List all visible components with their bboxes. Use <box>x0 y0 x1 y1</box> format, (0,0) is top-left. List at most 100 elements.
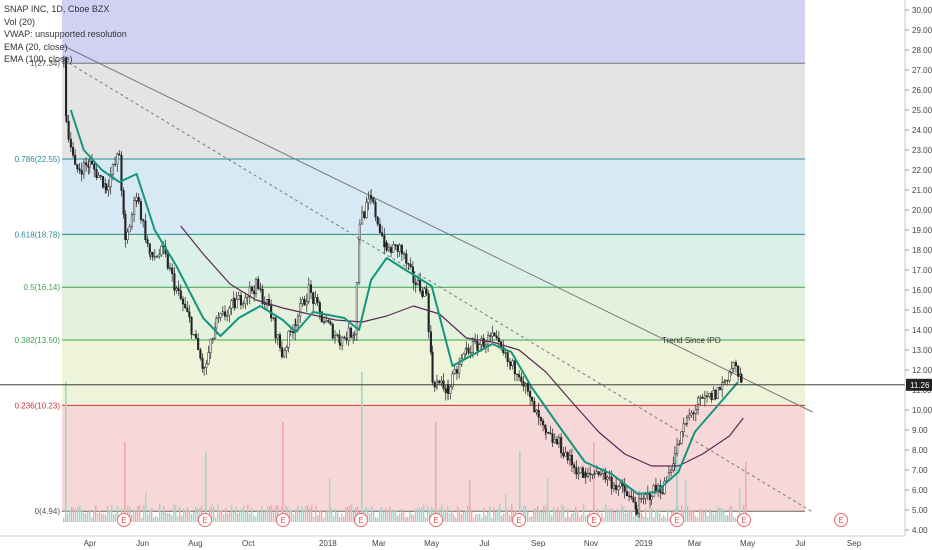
volume-bar <box>371 506 373 522</box>
candle-body <box>557 437 560 445</box>
candle-body <box>644 494 647 499</box>
candle-body <box>114 163 117 166</box>
volume-bar <box>133 509 135 522</box>
candle-body <box>287 330 290 348</box>
price-chart[interactable]: 1(27.34)0.786(22.55)0.618(18.78)0.5(16.1… <box>0 0 932 550</box>
volume-bar <box>443 510 445 522</box>
volume-bar <box>151 508 153 522</box>
x-tick-label-5: Mar <box>372 539 386 548</box>
candle-body <box>228 307 231 316</box>
volume-bar <box>417 507 419 522</box>
volume-bar <box>563 505 565 522</box>
candle-body <box>267 299 271 306</box>
volume-bar <box>691 509 693 522</box>
volume-bar <box>73 508 75 522</box>
candle-body <box>597 471 600 475</box>
volume-bar <box>145 492 147 522</box>
volume-bar <box>137 505 139 522</box>
volume-bar <box>327 510 329 522</box>
candle-body <box>438 380 441 384</box>
volume-bar <box>159 504 161 522</box>
symbol-title[interactable]: SNAP INC, 1D, Cboe BZX <box>4 3 127 16</box>
candle-body <box>244 297 247 304</box>
volume-bar <box>351 504 353 522</box>
candle-body <box>221 311 224 315</box>
candle-body <box>325 320 328 323</box>
volume-bar <box>585 515 587 522</box>
candle-body <box>478 344 481 351</box>
indicator-volume[interactable]: Vol (20) <box>4 16 127 29</box>
candle-body <box>697 397 700 405</box>
volume-bar <box>577 509 579 522</box>
indicator-vwap[interactable]: VWAP: unsupported resolution <box>4 28 127 41</box>
volume-bar <box>613 511 615 522</box>
candle-body <box>440 380 443 384</box>
candle-body <box>74 154 77 165</box>
volume-bar <box>659 513 661 522</box>
y-tick-label-21: 25.00 <box>912 106 932 115</box>
volume-bar <box>697 517 699 522</box>
candle-body <box>685 416 689 424</box>
indicator-ema100[interactable]: EMA (100, close) <box>4 53 127 66</box>
volume-bar <box>533 508 535 522</box>
candle-body <box>223 311 227 317</box>
candle-body <box>678 443 681 445</box>
volume-bar <box>731 505 733 522</box>
candle-body <box>181 298 185 305</box>
candle-body <box>718 387 722 390</box>
volume-bar <box>329 478 331 522</box>
candle-body <box>390 247 393 253</box>
candle-body <box>82 162 85 175</box>
y-tick-label-15: 19.00 <box>912 226 932 235</box>
candle-body <box>349 327 353 338</box>
candle-body <box>316 297 319 303</box>
volume-bar <box>717 506 719 522</box>
volume-bar <box>239 511 241 522</box>
volume-bar <box>155 516 157 522</box>
volume-bar <box>167 513 169 522</box>
candle-body <box>184 303 187 308</box>
candle-body <box>305 301 308 306</box>
y-tick-label-13: 17.00 <box>912 266 932 275</box>
candle-body <box>124 214 127 241</box>
candle-body <box>516 373 519 376</box>
candle-body <box>610 476 613 489</box>
y-tick-label-19: 23.00 <box>912 146 932 155</box>
volume-spike-1 <box>124 442 126 522</box>
volume-bar <box>265 509 267 522</box>
candle-body <box>160 245 163 256</box>
volume-bar <box>623 506 625 522</box>
volume-bar <box>453 514 455 522</box>
candle-body <box>493 332 496 337</box>
candle-body <box>531 396 534 402</box>
candle-body <box>568 454 571 461</box>
candle-body <box>363 211 366 218</box>
volume-bar <box>543 506 545 522</box>
candle-body <box>682 423 685 432</box>
candle-body <box>331 323 334 339</box>
volume-bar <box>179 507 181 522</box>
price-tag: 11.26 <box>910 381 930 390</box>
candle-body <box>107 186 110 191</box>
volume-bar <box>389 507 391 522</box>
candle-body <box>383 235 386 248</box>
volume-bar <box>707 516 709 522</box>
candle-body <box>116 153 119 165</box>
candle-body <box>612 484 615 489</box>
earnings-label-5: E <box>516 516 521 525</box>
candle-body <box>299 303 302 317</box>
volume-bar <box>189 510 191 522</box>
candle-body <box>599 473 602 475</box>
volume-bar <box>527 511 529 522</box>
trend-annotation: Trend Since IPO <box>662 336 721 345</box>
volume-bar <box>695 516 697 522</box>
candle-body <box>197 337 200 351</box>
volume-bar <box>633 516 635 522</box>
volume-bar <box>409 511 411 522</box>
volume-bar <box>505 493 507 522</box>
candle-body <box>650 496 653 500</box>
candle-body <box>414 282 417 286</box>
candle-body <box>345 337 348 341</box>
indicator-ema20[interactable]: EMA (20, close) <box>4 41 127 54</box>
earnings-label-2: E <box>280 516 285 525</box>
